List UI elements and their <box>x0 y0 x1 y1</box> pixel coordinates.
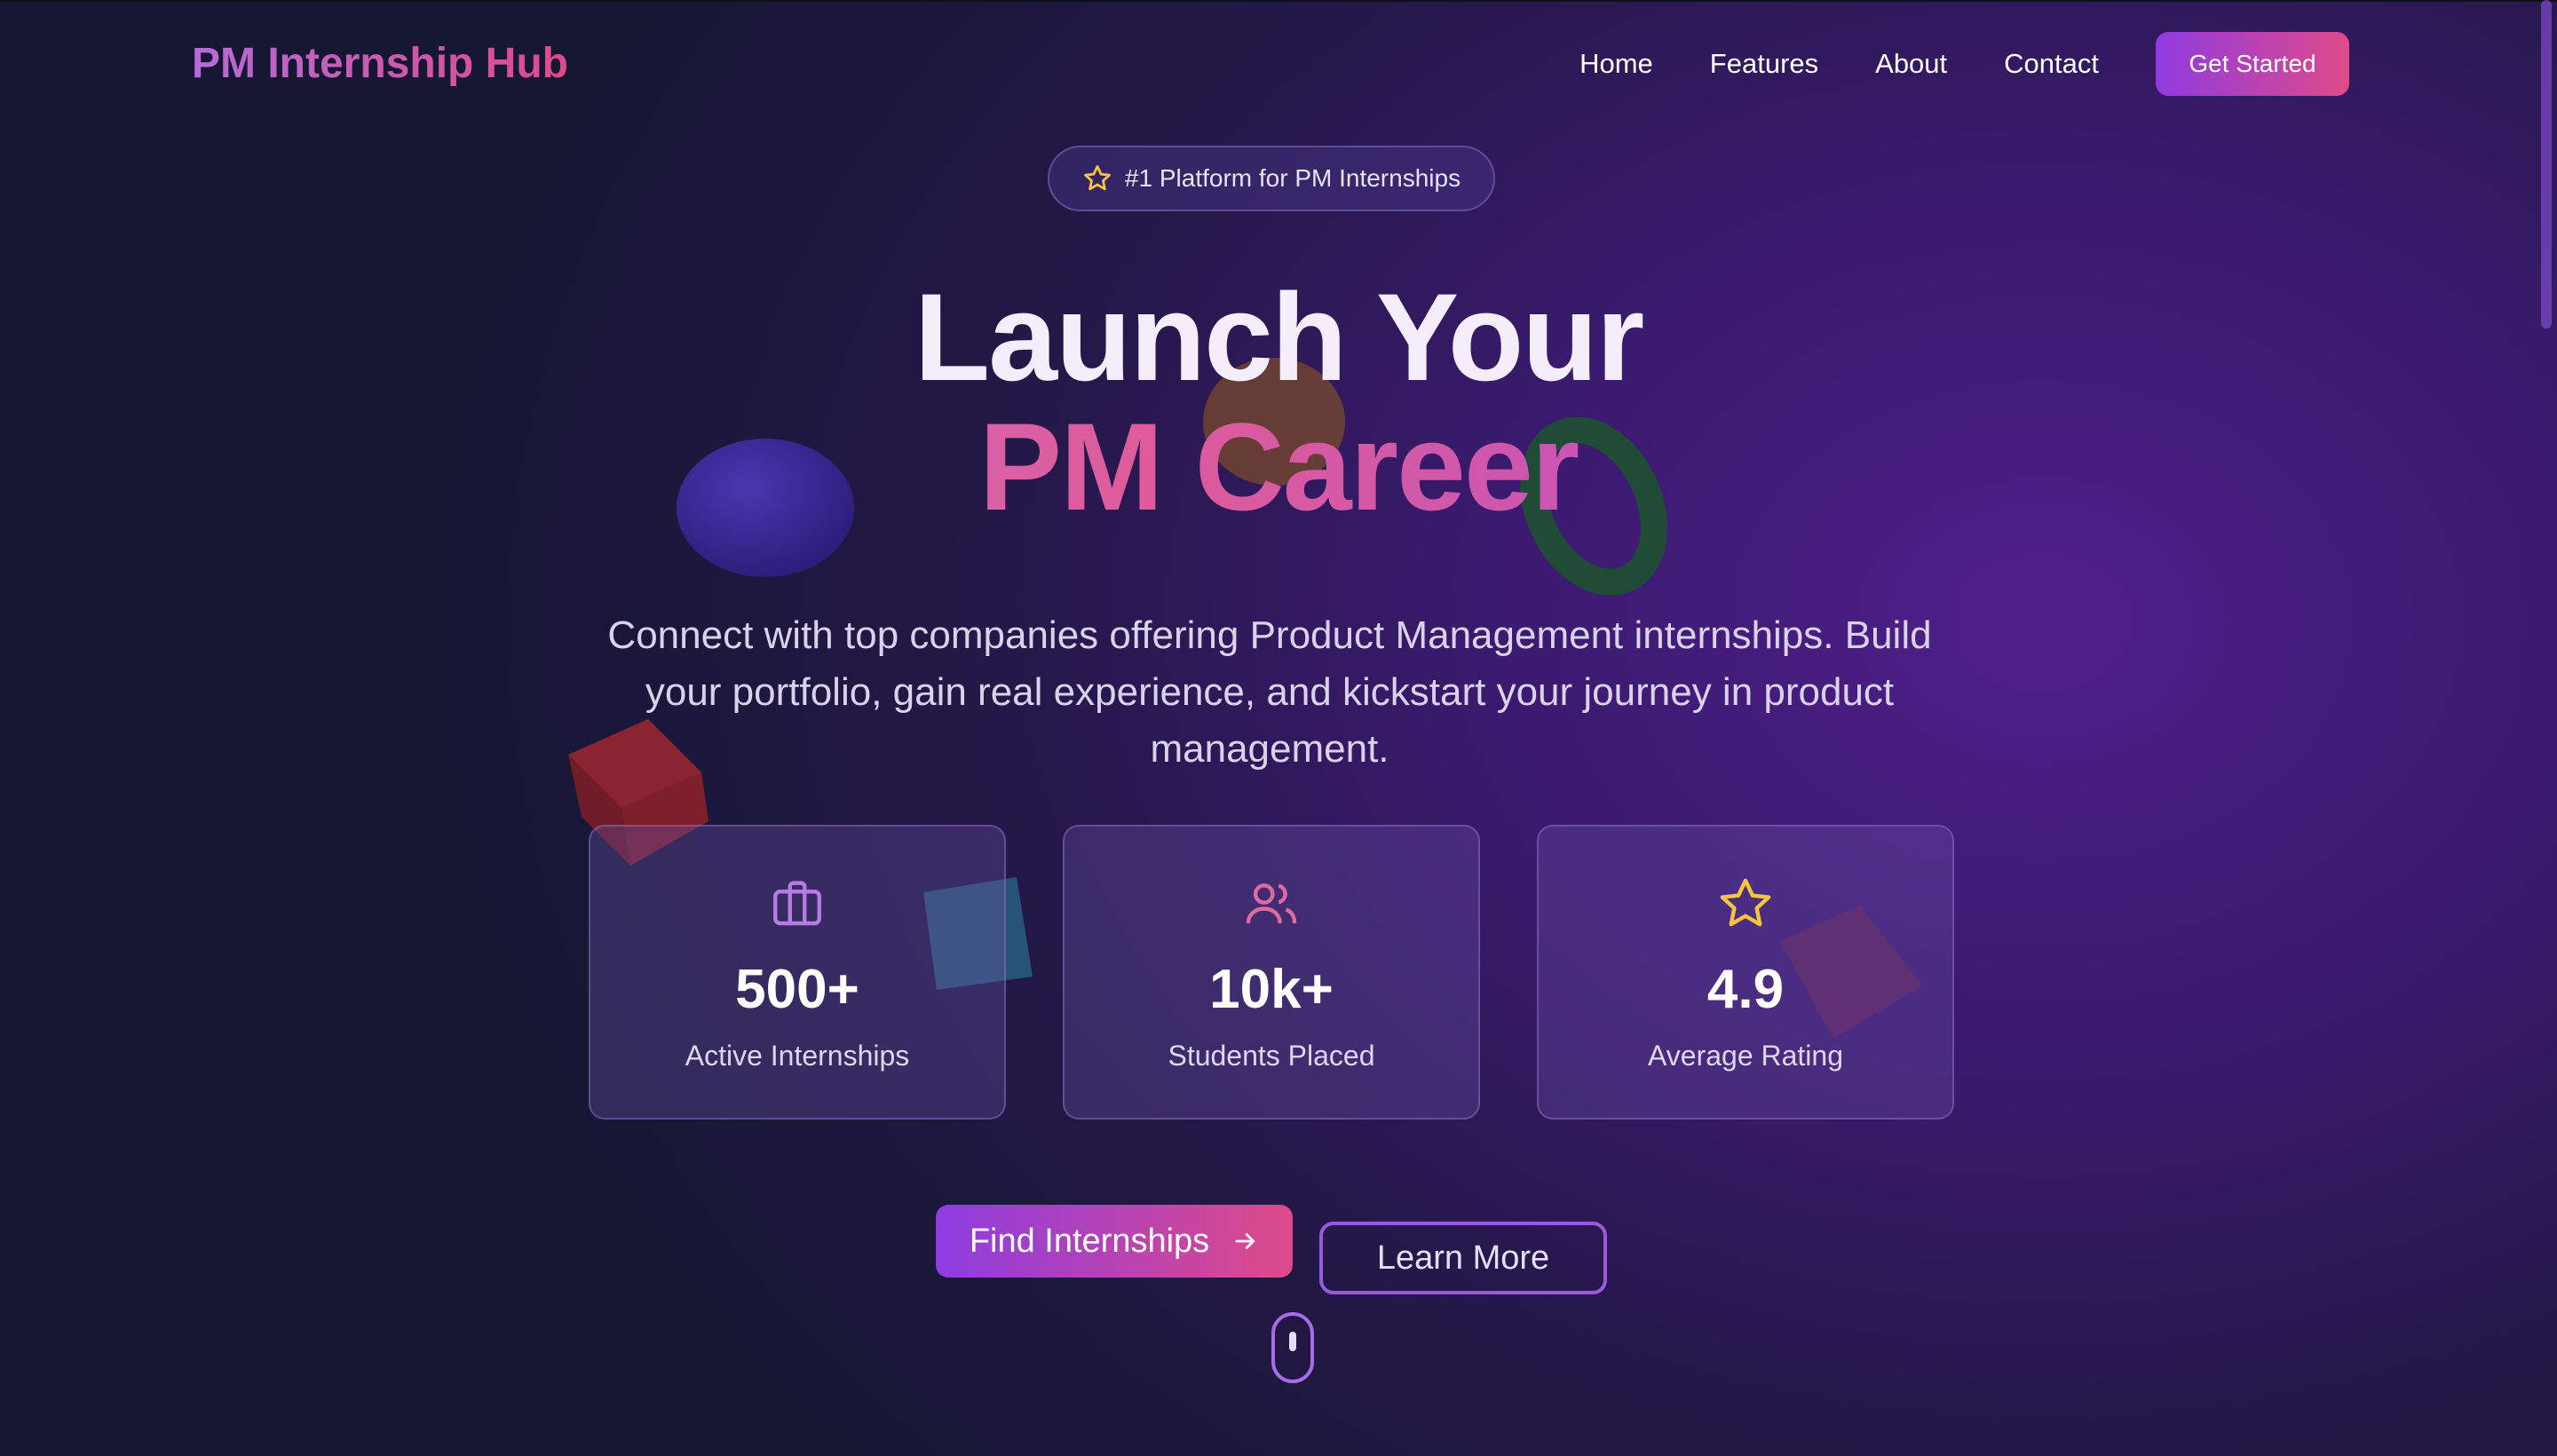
arrow-right-icon <box>1235 1233 1255 1249</box>
headline-line-2: PM Career <box>0 396 2557 538</box>
stat-value: 500+ <box>735 959 859 1020</box>
logo[interactable]: PM Internship Hub <box>192 39 568 88</box>
nav-home[interactable]: Home <box>1579 48 1653 80</box>
find-internships-button[interactable]: Find Internships <box>936 1205 1293 1278</box>
platform-badge: #1 Platform for PM Internships <box>1048 146 1495 211</box>
page-scrollbar[interactable] <box>2541 0 2552 328</box>
stat-card-internships: 500+ Active Internships <box>589 825 1006 1120</box>
star-icon <box>1720 878 1771 927</box>
stat-label: Average Rating <box>1648 1040 1843 1072</box>
briefcase-icon <box>773 881 821 926</box>
main-nav: Home Features About Contact Get Started <box>1579 32 2349 96</box>
stat-label: Active Internships <box>685 1040 910 1072</box>
mouse-wheel <box>1289 1332 1296 1351</box>
hero-subtitle: Connect with top companies offering Prod… <box>607 613 1932 771</box>
stats-row: 500+ Active Internships 10k+ Students Pl… <box>589 825 1954 1120</box>
top-edge <box>0 0 2557 2</box>
stat-card-students: 10k+ Students Placed <box>1063 825 1480 1120</box>
users-icon <box>1246 883 1297 924</box>
landing-page: PM Internship Hub Home Features About Co… <box>0 0 2557 1456</box>
nav-about[interactable]: About <box>1875 48 1947 80</box>
scroll-mouse-icon[interactable] <box>1271 1312 1314 1383</box>
headline-line-1: Launch Your <box>914 267 1645 407</box>
nav-features[interactable]: Features <box>1710 48 1818 80</box>
badge-text: #1 Platform for PM Internships <box>1124 164 1461 192</box>
get-started-button[interactable]: Get Started <box>2156 32 2349 96</box>
stat-value: 4.9 <box>1706 959 1785 1020</box>
find-internships-label: Find Internships <box>969 1222 1210 1260</box>
nav-contact[interactable]: Contact <box>2004 48 2099 80</box>
learn-more-button[interactable]: Learn More <box>1319 1222 1607 1294</box>
star-icon <box>1084 165 1111 191</box>
stat-value: 10k+ <box>1209 959 1334 1020</box>
stat-label: Students Placed <box>1168 1040 1375 1072</box>
stat-card-rating: 4.9 Average Rating <box>1537 825 1954 1120</box>
